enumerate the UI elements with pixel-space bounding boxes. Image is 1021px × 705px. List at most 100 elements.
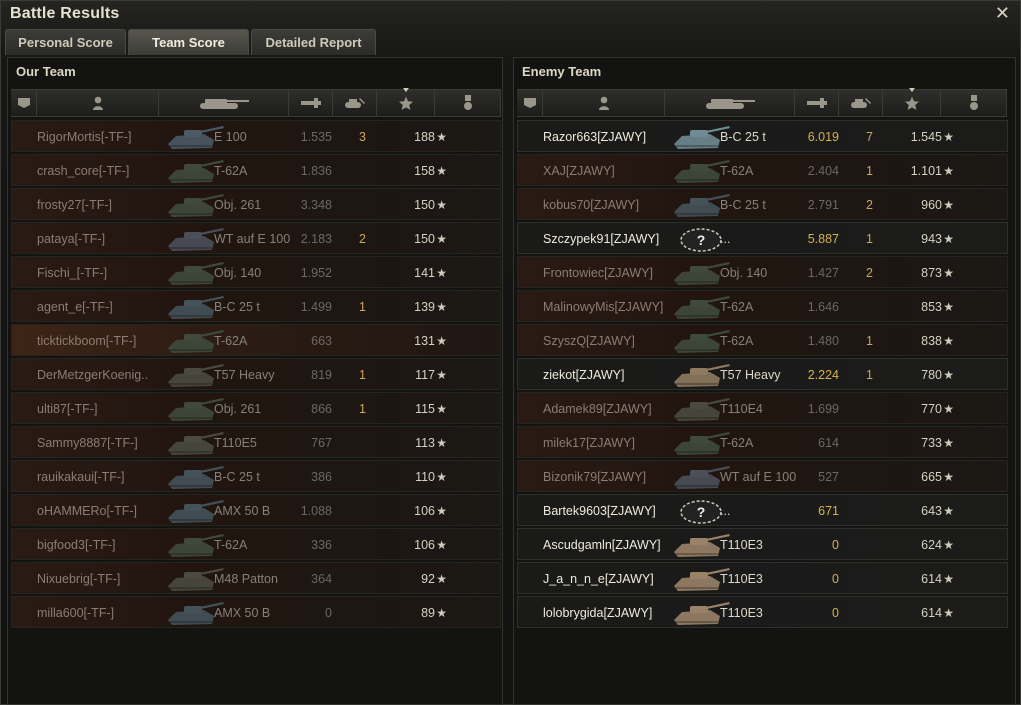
table-row[interactable]: Szczypek91[ZJAWY]?... 5.887 1 943 ★ [517,222,1008,254]
table-row[interactable]: bigfood3[-TF-] T-62A 336 106 ★ [11,528,501,560]
vehicle-name: T-62A [214,538,248,552]
damage-value: 1.480 [807,334,839,348]
star-icon: ★ [943,402,954,416]
vehicle-name: T-62A [720,436,754,450]
vehicle-name: T-62A [720,164,754,178]
table-row[interactable]: rauikakaui[-TF-] B-C 25 t 386 110 ★ [11,460,501,492]
vehicle-icon[interactable] [159,89,289,117]
table-row[interactable]: Razor663[ZJAWY] B-C 25 t 6.019 7 1.545 ★ [517,120,1008,152]
xp-value: 624 [921,538,942,552]
damage-icon[interactable] [289,89,333,117]
xp-value: 1.101 [910,164,942,178]
table-row[interactable]: Bartek9603[ZJAWY]?... 671 643 ★ [517,494,1008,526]
squad-icon[interactable] [11,89,37,117]
xp-value: 150 [414,232,435,246]
player-name: Frontowiec[ZJAWY] [543,266,653,280]
table-row[interactable]: lolobrygida[ZJAWY] T110E3 0 614 ★ [517,596,1008,628]
player-name: ziekot[ZJAWY] [543,368,625,382]
player-name: lolobrygida[ZJAWY] [543,606,653,620]
star-icon: ★ [436,606,447,620]
xp-value: 188 [414,130,435,144]
table-row[interactable]: SzyszQ[ZJAWY] T-62A 1.480 1 838 ★ [517,324,1008,356]
xp-value: 110 [415,470,435,484]
xp-value: 150 [414,198,435,212]
vehicle-name: E 100 [214,130,247,144]
table-row[interactable]: J_a_n_n_e[ZJAWY] T110E3 0 614 ★ [517,562,1008,594]
xp-value: 873 [921,266,942,280]
squad-icon[interactable] [517,89,543,117]
table-row[interactable]: XAJ[ZJAWY] T-62A 2.404 1 1.101 ★ [517,154,1008,186]
table-row[interactable]: Nixuebrig[-TF-] M48 Patton 364 92 ★ [11,562,501,594]
table-row[interactable]: agent_e[-TF-] B-C 25 t 1.499 1 139 ★ [11,290,501,322]
kills-value: 1 [866,334,873,348]
table-row[interactable]: ticktickboom[-TF-] T-62A 663 131 ★ [11,324,501,356]
close-icon[interactable]: ✕ [995,3,1010,24]
table-row[interactable]: Sammy8887[-TF-] T110E5 767 113 ★ [11,426,501,458]
damage-value: 2.404 [807,164,839,178]
damage-value: 1.088 [300,504,332,518]
player-name: Bizonik79[ZJAWY] [543,470,647,484]
damage-value: 0 [325,606,332,620]
table-row[interactable]: milla600[-TF-] AMX 50 B 0 89 ★ [11,596,501,628]
table-row[interactable]: ulti87[-TF-] Obj. 261 866 1 115 ★ [11,392,501,424]
star-icon: ★ [943,198,954,212]
xp-value: 117 [415,368,435,382]
vehicle-name: T-62A [720,300,754,314]
xp-star-icon[interactable] [377,89,435,117]
xp-value: 614 [921,572,942,586]
table-row[interactable]: crash_core[-TF-] T-62A 1.836 158 ★ [11,154,501,186]
table-row[interactable]: frosty27[-TF-] Obj. 261 3.348 150 ★ [11,188,501,220]
xp-star-icon[interactable] [883,89,941,117]
window-title: Battle Results [10,5,120,22]
xp-value: 106 [414,504,435,518]
xp-value: 131 [414,334,435,348]
star-icon: ★ [943,538,954,552]
xp-value: 665 [921,470,942,484]
star-icon: ★ [436,572,447,586]
xp-value: 943 [921,232,942,246]
table-row[interactable]: pataya[-TF-] WT auf E 100 2.183 2 150 ★ [11,222,501,254]
vehicle-name: T57 Heavy [720,368,781,382]
vehicle-name: B-C 25 t [720,130,766,144]
kills-icon[interactable] [333,89,377,117]
xp-value: 139 [414,300,435,314]
star-icon: ★ [943,130,954,144]
table-row[interactable]: RigorMortis[-TF-] E 100 1.535 3 188 ★ [11,120,501,152]
damage-value: 527 [818,470,839,484]
vehicle-icon[interactable] [665,89,795,117]
tab-detailed-report[interactable]: Detailed Report [251,29,376,55]
our-team-panel: Our Team RigorMortis[-TF-] E 100 1.535 3 188… [7,57,503,705]
star-icon: ★ [943,606,954,620]
table-row[interactable]: Adamek89[ZJAWY] T110E4 1.699 770 ★ [517,392,1008,424]
medal-icon[interactable] [941,89,1007,117]
svg-text:?: ? [697,504,706,520]
damage-value: 1.427 [807,266,839,280]
player-name: crash_core[-TF-] [37,164,130,178]
damage-value: 0 [832,538,839,552]
table-row[interactable]: milek17[ZJAWY] T-62A 614 733 ★ [517,426,1008,458]
table-row[interactable]: oHAMMERo[-TF-] AMX 50 B 1.088 106 ★ [11,494,501,526]
kills-icon[interactable] [839,89,883,117]
star-icon: ★ [943,368,954,382]
vehicle-name: WT auf E 100 [214,232,291,246]
table-row[interactable]: ziekot[ZJAWY] T57 Heavy 2.224 1 780 ★ [517,358,1008,390]
table-row[interactable]: kobus70[ZJAWY] B-C 25 t 2.791 2 960 ★ [517,188,1008,220]
star-icon: ★ [943,300,954,314]
table-row[interactable]: DerMetzgerKoenig.. T57 Heavy 819 1 117 ★ [11,358,501,390]
table-row[interactable]: MalinowyMis[ZJAWY] T-62A 1.646 853 ★ [517,290,1008,322]
player-icon[interactable] [37,89,159,117]
damage-icon[interactable] [795,89,839,117]
player-name: Bartek9603[ZJAWY] [543,504,656,518]
table-row[interactable]: Frontowiec[ZJAWY] Obj. 140 1.427 2 873 ★ [517,256,1008,288]
star-icon: ★ [436,402,447,416]
table-row[interactable]: Fischi_[-TF-] Obj. 140 1.952 141 ★ [11,256,501,288]
vehicle-name: T110E5 [214,436,257,450]
player-icon[interactable] [543,89,665,117]
table-row[interactable]: Bizonik79[ZJAWY] WT auf E 100 527 665 ★ [517,460,1008,492]
table-row[interactable]: Ascudgamln[ZJAWY] T110E3 0 624 ★ [517,528,1008,560]
damage-value: 1.499 [300,300,332,314]
tab-team-score[interactable]: Team Score [128,29,249,55]
medal-icon[interactable] [435,89,501,117]
tab-personal-score[interactable]: Personal Score [5,29,126,55]
player-name: agent_e[-TF-] [37,300,113,314]
